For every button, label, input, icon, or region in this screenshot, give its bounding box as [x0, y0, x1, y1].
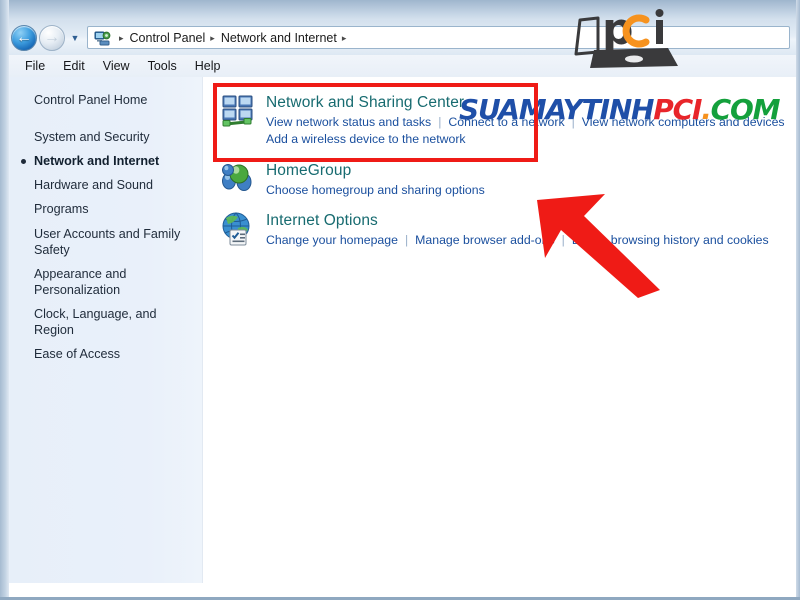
sidebar-item-user-accounts-and-family-safety[interactable]: User Accounts and Family Safety: [9, 222, 202, 262]
link-add-a-wireless-device-to-the-network[interactable]: Add a wireless device to the network: [266, 132, 466, 146]
menu-item-file[interactable]: File: [16, 57, 54, 75]
link-delete-browsing-history-and-cookies[interactable]: Delete browsing history and cookies: [572, 233, 769, 247]
breadcrumb-address-field[interactable]: ▸ Control Panel ▸ Network and Internet ▸: [87, 26, 790, 49]
sidebar-item-ease-of-access[interactable]: Ease of Access: [9, 342, 202, 366]
link-divider: |: [438, 114, 442, 129]
category-list: Network and Sharing Center View network …: [204, 77, 796, 597]
back-button[interactable]: ←: [11, 24, 37, 51]
selected-bullet-icon: [21, 159, 26, 165]
forward-arrow-icon: →: [44, 28, 60, 46]
menu-item-edit[interactable]: Edit: [54, 57, 94, 75]
pci-logo-watermark: p: [572, 4, 684, 76]
network-sharing-center-icon[interactable]: [220, 93, 256, 129]
category-links-row: Change your homepage | Manage browser add-…: [266, 232, 769, 249]
menu-item-help[interactable]: Help: [186, 57, 230, 75]
control-panel-window: ← → ▼ ▸ Control Panel ▸ Network and Inte…: [0, 0, 800, 600]
link-divider: |: [561, 232, 565, 247]
recent-pages-dropdown-button[interactable]: ▼: [67, 27, 83, 49]
window-body: Control Panel Home System and Security N…: [9, 77, 796, 597]
sidebar-item-label: Appearance and Personalization: [34, 266, 127, 297]
sidebar-item-network-and-internet[interactable]: Network and Internet: [9, 149, 202, 173]
watermark-part-dot: .: [701, 93, 712, 126]
sidebar-item-control-panel-home[interactable]: Control Panel Home: [9, 88, 202, 112]
sidebar-item-label: Hardware and Sound: [34, 178, 154, 193]
sidebar-item-programs[interactable]: Programs: [9, 197, 202, 221]
internet-options-icon[interactable]: [220, 211, 256, 247]
category-internet-options: Internet Options Change your homepage | Ma…: [204, 201, 796, 251]
sidebar-item-clock-language-and-region[interactable]: Clock, Language, and Region: [9, 302, 202, 342]
homegroup-icon[interactable]: [220, 161, 256, 197]
category-links-row: Add a wireless device to the network: [266, 131, 785, 148]
sidebar-item-label: User Accounts and Family Safety: [34, 226, 181, 257]
category-links-row: Choose homegroup and sharing options: [266, 182, 485, 199]
category-text-block: HomeGroup Choose homegroup and sharing o…: [266, 161, 485, 199]
link-choose-homegroup-and-sharing-options[interactable]: Choose homegroup and sharing options: [266, 183, 485, 197]
site-watermark-text: SUAMAYTINHPCI.COM: [459, 93, 781, 126]
sidebar-item-appearance-and-personalization[interactable]: Appearance and Personalization: [9, 262, 202, 302]
watermark-part-pci: PCI: [653, 93, 702, 126]
watermark-part-com: COM: [710, 93, 781, 126]
breadcrumb-separator-icon: ▸: [119, 33, 124, 43]
menu-item-tools[interactable]: Tools: [139, 57, 186, 75]
navigation-sidebar: Control Panel Home System and Security N…: [9, 77, 203, 583]
menu-item-view[interactable]: View: [94, 57, 139, 75]
link-divider: |: [404, 232, 409, 247]
sidebar-item-label: Network and Internet: [34, 154, 160, 169]
chevron-down-icon: ▼: [70, 32, 80, 43]
category-text-block: Internet Options Change your homepage | Ma…: [266, 211, 769, 249]
link-change-your-homepage[interactable]: Change your homepage: [266, 233, 398, 247]
breadcrumb-item-control-panel[interactable]: Control Panel: [130, 31, 206, 45]
sidebar-item-label: System and Security: [34, 130, 150, 145]
forward-button[interactable]: →: [39, 24, 65, 51]
breadcrumb-separator-icon[interactable]: ▸: [342, 33, 347, 44]
category-title-homegroup[interactable]: HomeGroup: [266, 162, 485, 180]
link-manage-browser-add-ons[interactable]: Manage browser add-ons: [415, 233, 554, 247]
watermark-part-suamaytinh: SUAMAYTINH: [459, 93, 654, 126]
navigation-buttons: ← → ▼: [11, 24, 83, 51]
category-homegroup: HomeGroup Choose homegroup and sharing o…: [204, 151, 796, 201]
window-left-border: [0, 0, 9, 600]
window-right-border: [796, 0, 800, 600]
sidebar-item-system-and-security[interactable]: System and Security: [9, 125, 202, 149]
sidebar-item-label: Ease of Access: [34, 347, 121, 362]
sidebar-item-label: Programs: [34, 202, 89, 217]
category-title-internet-options[interactable]: Internet Options: [266, 212, 769, 230]
sidebar-item-hardware-and-sound[interactable]: Hardware and Sound: [9, 173, 202, 197]
sidebar-item-label: Clock, Language, and Region: [34, 306, 157, 338]
breadcrumb-separator-icon: ▸: [210, 33, 215, 43]
breadcrumb-item-network-and-internet[interactable]: Network and Internet: [221, 31, 337, 45]
sidebar-item-label: Control Panel Home: [34, 93, 148, 107]
link-view-network-status-and-tasks[interactable]: View network status and tasks: [266, 115, 431, 129]
control-panel-icon: [94, 30, 111, 46]
back-arrow-icon: ←: [16, 28, 32, 46]
